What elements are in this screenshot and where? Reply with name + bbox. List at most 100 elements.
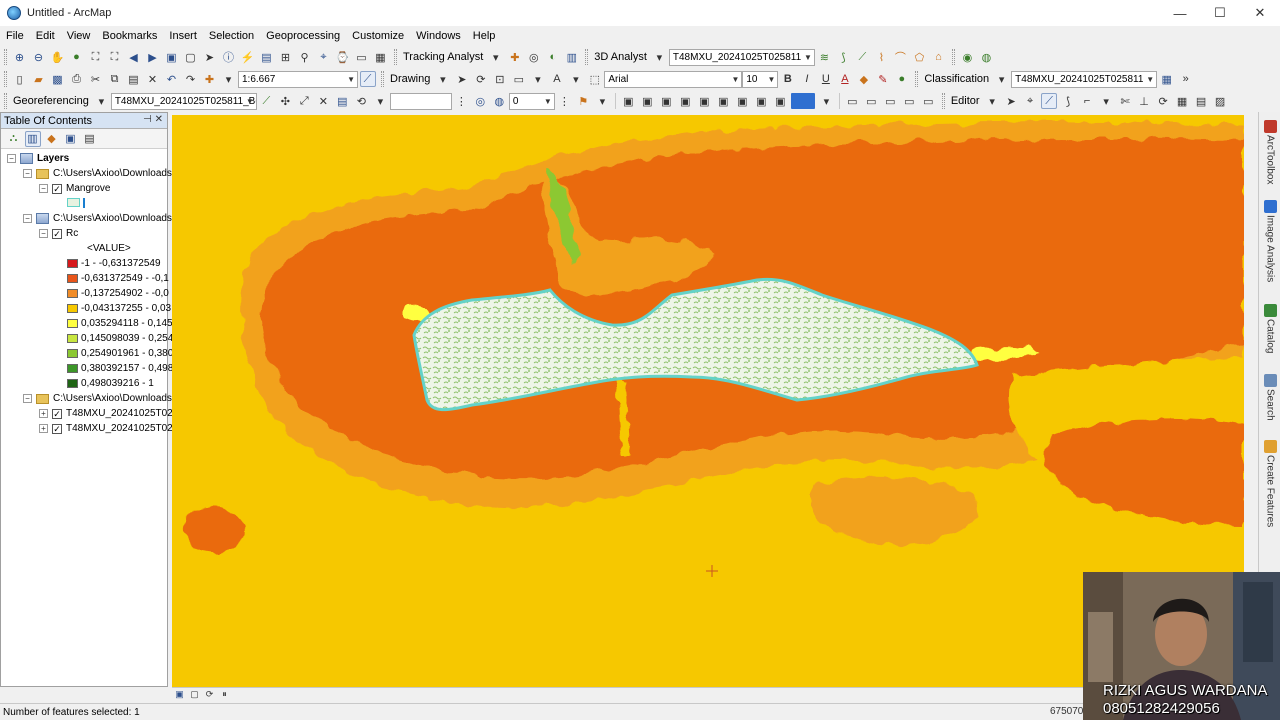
interpolate-polygon-icon[interactable]: ⬠ (911, 49, 927, 65)
pan-icon[interactable]: ✋ (50, 49, 66, 65)
toc-options-icon[interactable]: ▤ (82, 131, 98, 147)
select-features-icon[interactable]: ▣ (164, 49, 180, 65)
list-by-selection-icon[interactable]: ▣ (63, 131, 79, 147)
menu-windows[interactable]: Windows (410, 30, 467, 42)
edit-vertices-tool-icon[interactable]: ⟆ (1060, 93, 1076, 109)
layout-tool-4-icon[interactable]: ▣ (677, 93, 693, 109)
binoculars-icon[interactable]: ⚲ (297, 49, 313, 65)
toolbar-grip[interactable] (4, 71, 7, 87)
font-size-combo[interactable]: 10 ▼ (742, 70, 779, 88)
italic-button[interactable]: I (799, 71, 815, 87)
group-3[interactable]: − C:\Users\Axioo\Downloads (23, 391, 172, 406)
toolbar-grip[interactable] (941, 93, 945, 109)
minimize-button[interactable]: — (1160, 0, 1200, 26)
font-color-button[interactable]: A (837, 71, 853, 87)
add-control-points-icon[interactable]: ⟋ (258, 93, 274, 109)
layer-visibility-checkbox[interactable]: ✓ (52, 228, 62, 239)
search-tab[interactable]: Search (1261, 374, 1279, 421)
print-icon[interactable]: ⎙ (69, 71, 85, 87)
legend-item[interactable]: 0,035294118 - 0,145 (67, 316, 173, 331)
overflow-icon[interactable]: » (1178, 71, 1194, 87)
legend-swatch[interactable] (67, 349, 78, 358)
zoom-to-selected-link-icon[interactable]: ⤢ (296, 93, 312, 109)
dropdown-arrow-icon[interactable]: ▾ (221, 71, 237, 87)
3d-analyst-layer-combo[interactable]: T48MXU_20241025T025811 ▼ (668, 48, 815, 66)
edit-tool-icon[interactable]: ➤ (1003, 93, 1019, 109)
cut-icon[interactable]: ✂ (88, 71, 104, 87)
layout-tool-6-icon[interactable]: ▣ (715, 93, 731, 109)
text-tool-icon[interactable]: A (549, 71, 565, 87)
dropdown-arrow-icon[interactable]: ▾ (372, 93, 388, 109)
toolbar-grip[interactable] (915, 71, 919, 87)
dropdown-arrow-icon[interactable]: ▾ (818, 93, 834, 109)
split-icon[interactable]: ⊥ (1136, 93, 1152, 109)
arcscene-icon[interactable]: ◍ (978, 49, 994, 65)
collapse-icon[interactable]: − (39, 229, 48, 238)
list-by-source-icon[interactable]: ▥ (24, 130, 41, 147)
editor-toolbar-icon[interactable]: ⟋ (359, 71, 376, 87)
open-folder-icon[interactable]: ▰ (31, 71, 47, 87)
image-analysis-tab[interactable]: Image Analysis (1261, 200, 1279, 282)
flag-icon[interactable]: ⚑ (575, 93, 591, 109)
toolbar-grip[interactable] (381, 71, 384, 87)
classification-menu[interactable]: Classification (921, 73, 992, 85)
undo-icon[interactable]: ↶ (164, 71, 180, 87)
create-features-icon[interactable]: ▨ (1212, 93, 1228, 109)
catalog-tab[interactable]: Catalog (1261, 304, 1279, 353)
line-color-icon[interactable]: ✎ (875, 71, 891, 87)
image-analysis-icon[interactable]: ◎ (472, 93, 488, 109)
mangrove-symbol[interactable] (67, 195, 85, 210)
legend-swatch[interactable] (67, 259, 78, 268)
legend-swatch[interactable] (67, 304, 78, 313)
layer-t48mxu-2[interactable]: + ✓ T48MXU_20241025T02 (39, 421, 173, 436)
bold-button[interactable]: B (780, 71, 796, 87)
layout-tool-8-icon[interactable]: ▣ (753, 93, 769, 109)
collapse-icon[interactable]: − (7, 154, 16, 163)
tracking-analyst-menu[interactable]: Tracking Analyst (400, 51, 486, 63)
group-1[interactable]: − C:\Users\Axioo\Downloads (23, 166, 172, 181)
fixed-zoom-out-icon[interactable]: ⛶ (107, 49, 123, 65)
dropdown-arrow-icon[interactable]: ▾ (435, 71, 451, 87)
layers-root[interactable]: − Layers (7, 151, 69, 166)
toolbar-grip[interactable] (585, 49, 589, 65)
delete-link-icon[interactable]: ✕ (315, 93, 331, 109)
straight-segment-icon[interactable]: ⟋ (1041, 93, 1058, 109)
html-popup-icon[interactable]: ▤ (259, 49, 275, 65)
interpolate-line-icon[interactable]: ⌇ (873, 49, 889, 65)
expand-icon[interactable]: + (39, 409, 48, 418)
layer-rc[interactable]: − ✓ Rc (39, 226, 78, 241)
clear-selection-icon[interactable]: ▢ (183, 49, 199, 65)
dropdown-arrow-icon[interactable]: ▾ (594, 93, 610, 109)
back-extent-icon[interactable]: ◀ (126, 49, 142, 65)
maximize-button[interactable]: ☐ (1200, 0, 1240, 26)
toolbar-grip[interactable] (951, 49, 955, 65)
select-link-icon[interactable]: ✣ (277, 93, 293, 109)
contour-icon[interactable]: ≋ (816, 49, 832, 65)
rectangle-icon[interactable]: ▭ (511, 71, 527, 87)
training-sample-manager-icon[interactable]: ▦ (1159, 71, 1175, 87)
band-combo[interactable]: 0 ▼ (508, 92, 555, 110)
frame-tool-5-icon[interactable]: ▭ (920, 93, 936, 109)
layer-t48mxu-1[interactable]: + ✓ T48MXU_20241025T02 (39, 406, 173, 421)
legend-swatch[interactable] (67, 364, 78, 373)
layout-tool-7-icon[interactable]: ▣ (734, 93, 750, 109)
new-document-icon[interactable]: ▯ (12, 71, 28, 87)
select-elements-icon[interactable]: ➤ (202, 49, 218, 65)
edit-annotation-icon[interactable]: ⌖ (1022, 93, 1038, 109)
dropdown-arrow-icon[interactable]: ▾ (93, 93, 109, 109)
layer-visibility-checkbox[interactable]: ✓ (52, 183, 62, 194)
toolbar-grip[interactable] (4, 93, 7, 109)
delete-icon[interactable]: ✕ (145, 71, 161, 87)
toolbar-grip[interactable] (4, 49, 7, 65)
data-view-icon[interactable]: ▣ (174, 689, 186, 701)
edit-vertices-icon[interactable]: ⬚ (587, 71, 603, 87)
create-features-tab[interactable]: Create Features (1261, 440, 1279, 527)
layer-mangrove[interactable]: − ✓ Mangrove (39, 181, 110, 196)
group-2[interactable]: − C:\Users\Axioo\Downloads (23, 211, 172, 226)
menu-bookmarks[interactable]: Bookmarks (96, 30, 163, 42)
legend-swatch[interactable] (67, 379, 78, 388)
legend-item[interactable]: -0,631372549 - -0,1 (67, 271, 169, 286)
arctoolbox-tab[interactable]: ArcToolbox (1261, 120, 1279, 184)
zoom-out-icon[interactable]: ⊖ (31, 49, 47, 65)
layout-tool-3-icon[interactable]: ▣ (658, 93, 674, 109)
